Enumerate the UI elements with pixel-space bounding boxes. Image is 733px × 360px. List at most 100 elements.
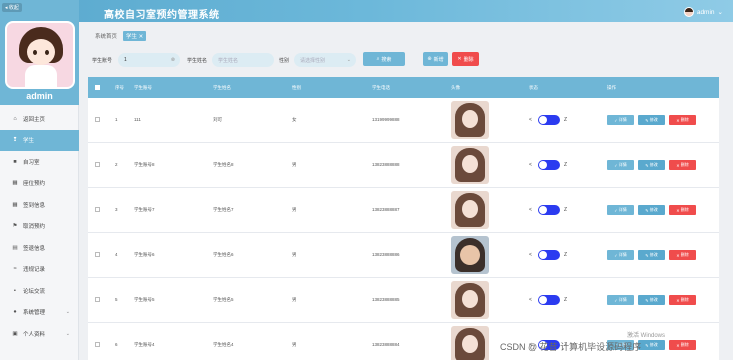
sidebar-item-3[interactable]: ▦ 座位预约 [0,173,79,195]
cell-phone: 13199999888 [372,117,400,122]
status-toggle[interactable] [538,205,560,215]
collapse-button[interactable]: ◂ 收起 [2,3,22,12]
windows-activation-mark: 激活 Windows [627,333,666,339]
sidebar-item-10[interactable]: ▣ 个人资料 ⌄ [0,323,79,345]
cell-name: 学生姓名5 [213,297,234,302]
row-checkbox[interactable] [95,207,100,212]
delete-row-button[interactable]: ✕ 删除 [669,160,696,170]
cell-idx: 4 [115,252,118,257]
sidebar: ◂ 收起 admin ⌂ 返回主页 ❢ 学生 ■ 自习室 ▦ 座位预约 ▦ 签到信息 ⚑ 取消预约 ▤ 签… [0,0,79,360]
cell-account: 学生账号7 [134,207,155,212]
status-toggle[interactable] [538,115,560,125]
student-avatar [451,236,489,274]
sidebar-item-9[interactable]: ● 系统管理 ⌄ [0,302,79,324]
edit-button[interactable]: ✎ 修改 [638,205,665,215]
sidebar-item-label: 签退信息 [23,245,46,252]
edit-button[interactable]: ✎ 修改 [638,250,665,260]
student-avatar [451,191,489,229]
gender-label: 性别 [279,58,290,64]
edit-button[interactable]: ✎ 修改 [638,115,665,125]
search-bar: 学生账号 1 ⊗ 学生姓名 学生姓名 性别 请选择性别 ⌄ ⌕ 搜索 ⊕ 新增 ✕ 删… [92,52,712,68]
breadcrumb-home[interactable]: 系统首页 [95,32,117,40]
cell-name: 学生姓名4 [213,342,234,347]
header-avatar: 头像 [451,85,460,90]
flag-icon: ⚑ [12,223,18,230]
check-icon: ✓ [614,252,618,258]
sidebar-item-5[interactable]: ⚑ 取消预约 [0,216,79,238]
student-avatar [451,101,489,139]
gear-icon: ● [13,309,17,316]
delete-row-button[interactable]: ✕ 删除 [669,205,696,215]
sidebar-item-8[interactable]: ▪ 论坛交流 [0,280,79,302]
check-icon: ✓ [614,297,618,303]
row-checkbox[interactable] [95,162,100,167]
edit-button[interactable]: ✎ 修改 [638,295,665,305]
sidebar-item-7[interactable]: ≈ 违规记录 [0,259,79,281]
close-icon: ✕ [676,342,680,348]
table-row: 3 学生账号7 学生姓名7 男 13823888887 < Z ✓ 详情 ✎ 修改 ✕ 删除 [88,188,719,233]
row-checkbox[interactable] [95,297,100,302]
user-menu[interactable]: admin ⌄ [683,7,723,17]
detail-button[interactable]: ✓ 详情 [607,250,634,260]
cell-name: 学生姓名7 [213,207,234,212]
student-table: 序号 学生账号 学生姓名 性别 学生电话 头像 状态 操作 1 111 刘可女 131… [88,77,719,360]
row-checkbox[interactable] [95,117,100,122]
chat-icon: ▪ [14,287,16,294]
sidebar-item-2[interactable]: ■ 自习室 [0,151,79,173]
sidebar-item-1[interactable]: ❢ 学生 [0,129,79,151]
sidebar-item-4[interactable]: ▦ 签到信息 [0,194,79,216]
sidebar-item-6[interactable]: ▤ 签退信息 [0,237,79,259]
row-checkbox[interactable] [95,252,100,257]
chevron-down-icon: ⌄ [717,9,723,16]
table-row: 4 学生账号6 学生姓名6 男 13823888886 < Z ✓ 详情 ✎ 修改 ✕ 删除 [88,233,719,278]
select-all-checkbox[interactable] [95,85,100,90]
add-button[interactable]: ⊕ 新增 [423,52,448,66]
user-name: admin [696,8,715,16]
cell-name: 学生姓名8 [213,162,234,167]
chevron-left-icon: ◂ [5,5,8,11]
detail-button[interactable]: ✓ 详情 [607,115,634,125]
csdn-watermark: CSDN @ 花昔 计算机毕设源码程序 [500,342,642,352]
name-input[interactable]: 学生姓名 [212,53,274,67]
header-status: 状态 [529,85,538,90]
status-toggle[interactable] [538,250,560,260]
status-toggle[interactable] [538,295,560,305]
header-account: 学生账号 [134,85,152,90]
cell-gender: 男 [292,342,297,347]
delete-row-button[interactable]: ✕ 删除 [669,295,696,305]
sidebar-item-label: 返回主页 [23,116,46,123]
delete-button[interactable]: ✕ 删除 [452,52,479,66]
account-input[interactable]: 1 ⊗ [118,53,180,67]
detail-button[interactable]: ✓ 详情 [607,160,634,170]
edit-icon: ✎ [645,117,649,123]
close-icon: ✕ [676,117,680,123]
cell-name: 学生姓名6 [213,252,234,257]
edit-button[interactable]: ✎ 修改 [638,340,665,350]
edit-button[interactable]: ✎ 修改 [638,160,665,170]
gender-select[interactable]: 请选择性别 ⌄ [294,53,356,67]
cell-gender: 男 [292,207,297,212]
cell-phone: 13823888884 [372,342,400,347]
delete-row-button[interactable]: ✕ 删除 [669,115,696,125]
detail-button[interactable]: ✓ 详情 [607,295,634,305]
sidebar-item-0[interactable]: ⌂ 返回主页 [0,108,79,130]
status-toggle[interactable] [538,160,560,170]
cell-idx: 5 [115,297,118,302]
sidebar-item-label: 签到信息 [23,202,46,209]
header-index: 序号 [115,85,124,90]
user-avatar [683,7,694,17]
detail-button[interactable]: ✓ 详情 [607,205,634,215]
delete-row-button[interactable]: ✕ 删除 [669,340,696,350]
breadcrumb-current[interactable]: 学生 ✕ [123,31,147,41]
header-gender: 性别 [292,85,301,90]
check-icon: ✓ [614,162,618,168]
account-label: 学生账号 [92,58,113,64]
sidebar-item-label: 论坛交流 [23,288,46,295]
admin-name: admin [26,91,53,101]
cell-account: 学生账号5 [134,297,155,302]
room-icon: ■ [13,158,17,165]
row-checkbox[interactable] [95,342,100,347]
search-button[interactable]: ⌕ 搜索 [363,52,405,66]
cell-phone: 13823888887 [372,207,400,212]
delete-row-button[interactable]: ✕ 删除 [669,250,696,260]
